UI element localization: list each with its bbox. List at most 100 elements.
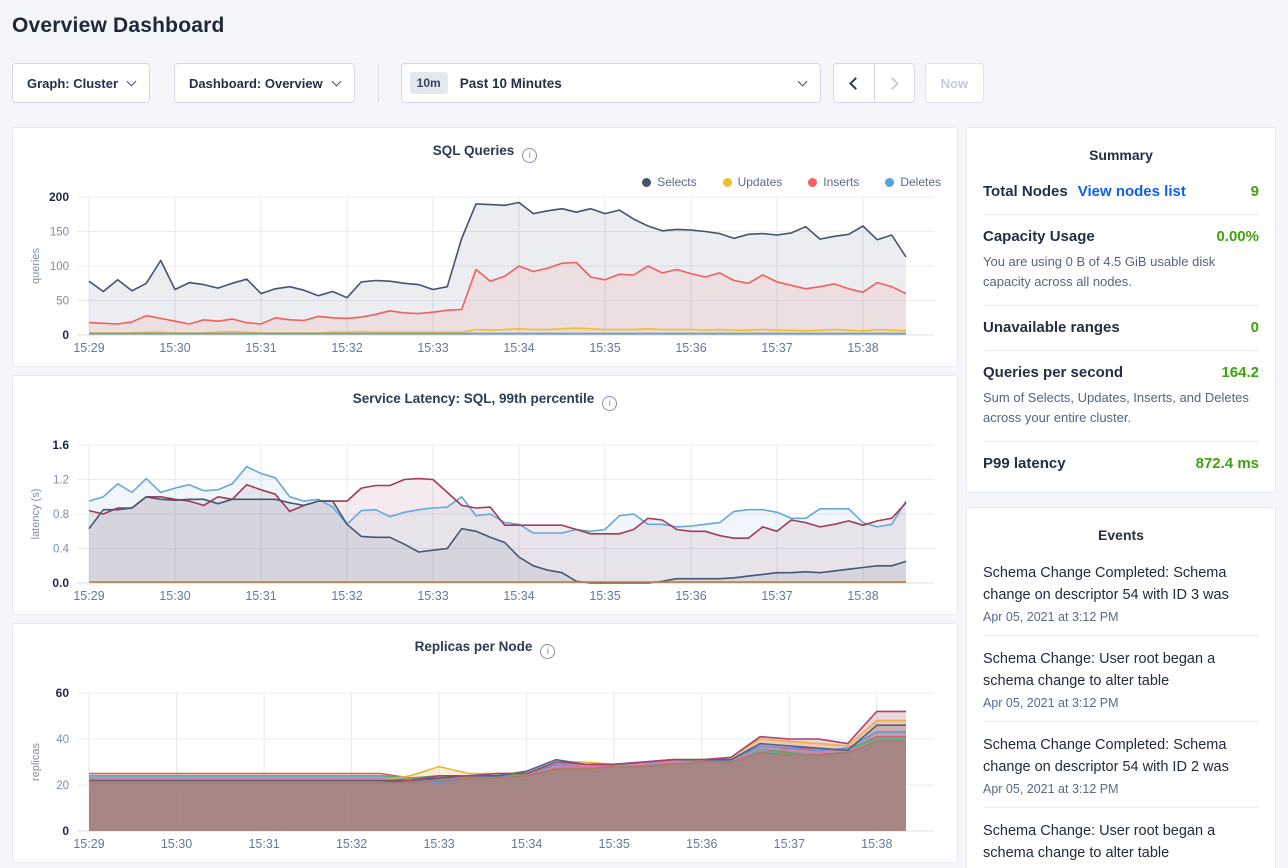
summary-row-total-nodes: Total Nodes View nodes list 9 <box>967 170 1275 214</box>
svg-text:15:32: 15:32 <box>331 589 362 603</box>
page-title: Overview Dashboard <box>12 14 1288 38</box>
svg-text:60: 60 <box>56 686 70 700</box>
svg-text:15:37: 15:37 <box>761 589 792 603</box>
info-icon[interactable]: i <box>540 644 555 659</box>
svg-text:0.4: 0.4 <box>53 544 70 556</box>
info-icon[interactable]: i <box>522 148 537 163</box>
event-timestamp: Apr 05, 2021 at 3:12 PM <box>983 610 1259 624</box>
event-item[interactable]: Schema Change: User root began a schema … <box>967 636 1275 721</box>
svg-text:15:36: 15:36 <box>675 589 706 603</box>
event-text: Schema Change: User root began a schema … <box>983 820 1259 865</box>
svg-text:15:35: 15:35 <box>599 837 630 851</box>
now-button[interactable]: Now <box>925 63 984 103</box>
summary-title: Summary <box>967 128 1275 170</box>
summary-row-p99: P99 latency 872.4 ms <box>967 442 1275 492</box>
events-title: Events <box>967 508 1275 550</box>
graph-dropdown[interactable]: Graph: Cluster <box>12 63 150 103</box>
toolbar: Graph: Cluster Dashboard: Overview 10m P… <box>12 63 1276 103</box>
qps-subtext: Sum of Selects, Updates, Inserts, and De… <box>983 388 1259 427</box>
svg-text:0.8: 0.8 <box>53 509 69 521</box>
summary-row-capacity: Capacity Usage 0.00% You are using 0 B o… <box>967 215 1275 305</box>
sql-queries-panel: SQL Queries i Selects Updates Inserts Delete… <box>12 127 958 367</box>
legend-item[interactable]: Deletes <box>885 175 941 189</box>
view-nodes-link[interactable]: View nodes list <box>1078 183 1186 200</box>
time-range-badge: 10m <box>410 72 448 94</box>
replicas-panel: Replicas per Nodei 15:2915:3015:3115:321… <box>12 623 958 863</box>
svg-text:1.2: 1.2 <box>53 475 69 487</box>
svg-text:1.6: 1.6 <box>52 438 69 452</box>
chart-legend: Selects Updates Inserts Deletes <box>642 175 941 189</box>
svg-text:15:33: 15:33 <box>417 341 448 355</box>
next-time-button[interactable] <box>874 64 914 102</box>
dashboard-dropdown-label: Dashboard: Overview <box>189 76 323 91</box>
chart-title-row: Replicas per Node i <box>13 639 957 659</box>
svg-text:15:33: 15:33 <box>417 589 448 603</box>
dashboard-dropdown[interactable]: Dashboard: Overview <box>174 63 355 103</box>
chevron-right-icon <box>886 77 899 90</box>
summary-row-unavailable: Unavailable ranges 0 <box>967 306 1275 350</box>
info-icon[interactable]: i <box>602 396 617 411</box>
svg-text:15:30: 15:30 <box>161 837 192 851</box>
prev-time-button[interactable] <box>834 64 874 102</box>
service-latency-panel: Service Latency: SQL, 99th percentilei 1… <box>12 375 958 615</box>
svg-text:15:29: 15:29 <box>73 341 104 355</box>
svg-text:40: 40 <box>56 734 69 746</box>
chevron-left-icon <box>849 77 862 90</box>
chevron-down-icon <box>331 76 341 86</box>
service-latency-chart-canvas: 15:2915:3015:3115:3215:3315:3415:3515:36… <box>13 437 959 613</box>
svg-text:15:31: 15:31 <box>245 341 276 355</box>
event-item[interactable]: Schema Change: User root began a schema … <box>967 808 1275 868</box>
chevron-down-icon <box>127 76 137 86</box>
time-range-label: Past 10 Minutes <box>460 76 789 91</box>
svg-text:150: 150 <box>50 227 69 239</box>
chevron-down-icon <box>797 76 807 86</box>
chart-title: Replicas per Node <box>415 639 533 654</box>
unavailable-ranges-value: 0 <box>1251 319 1259 336</box>
capacity-subtext: You are using 0 B of 4.5 GiB usable disk… <box>983 252 1259 291</box>
chart-title-row: SQL Queries i <box>13 143 957 163</box>
total-nodes-label: Total Nodes <box>983 183 1068 200</box>
chart-title-row: Service Latency: SQL, 99th percentilei <box>13 391 957 411</box>
svg-text:15:30: 15:30 <box>159 589 190 603</box>
event-text: Schema Change: User root began a schema … <box>983 648 1259 693</box>
legend-item[interactable]: Updates <box>723 175 783 189</box>
qps-label: Queries per second <box>983 364 1123 381</box>
svg-text:15:36: 15:36 <box>686 837 717 851</box>
legend-dot-icon <box>642 178 651 187</box>
svg-text:latency (s): latency (s) <box>30 489 42 540</box>
legend-dot-icon <box>723 178 732 187</box>
event-timestamp: Apr 05, 2021 at 3:12 PM <box>983 696 1259 710</box>
svg-text:20: 20 <box>56 780 69 792</box>
time-nav-group <box>833 63 915 103</box>
svg-text:200: 200 <box>49 190 69 204</box>
event-item[interactable]: Schema Change Completed: Schema change o… <box>967 722 1275 807</box>
svg-text:15:29: 15:29 <box>73 589 104 603</box>
legend-item[interactable]: Selects <box>642 175 696 189</box>
chart-title: SQL Queries <box>433 143 515 158</box>
svg-text:0.0: 0.0 <box>52 576 69 590</box>
legend-item[interactable]: Inserts <box>808 175 859 189</box>
toolbar-divider <box>378 64 379 102</box>
svg-text:50: 50 <box>56 296 69 308</box>
graph-dropdown-label: Graph: Cluster <box>27 76 118 91</box>
event-text: Schema Change Completed: Schema change o… <box>983 734 1259 779</box>
svg-text:15:35: 15:35 <box>589 341 620 355</box>
replicas-chart-canvas: 15:2915:3015:3115:3215:3315:3415:3515:36… <box>13 685 959 861</box>
capacity-value: 0.00% <box>1216 228 1259 245</box>
total-nodes-value: 9 <box>1251 183 1259 200</box>
svg-text:15:34: 15:34 <box>511 837 542 851</box>
time-range-dropdown[interactable]: 10m Past 10 Minutes <box>401 63 821 103</box>
svg-text:queries: queries <box>30 247 42 284</box>
svg-text:15:37: 15:37 <box>761 341 792 355</box>
event-item[interactable]: Schema Change Completed: Schema change o… <box>967 550 1275 635</box>
event-text: Schema Change Completed: Schema change o… <box>983 562 1259 607</box>
svg-text:15:33: 15:33 <box>423 837 454 851</box>
event-timestamp: Apr 05, 2021 at 3:12 PM <box>983 782 1259 796</box>
qps-value: 164.2 <box>1221 364 1259 381</box>
capacity-label: Capacity Usage <box>983 228 1095 245</box>
svg-text:15:34: 15:34 <box>503 341 534 355</box>
p99-latency-label: P99 latency <box>983 455 1066 472</box>
svg-text:15:38: 15:38 <box>847 341 878 355</box>
svg-text:15:37: 15:37 <box>774 837 805 851</box>
svg-text:15:29: 15:29 <box>73 837 104 851</box>
